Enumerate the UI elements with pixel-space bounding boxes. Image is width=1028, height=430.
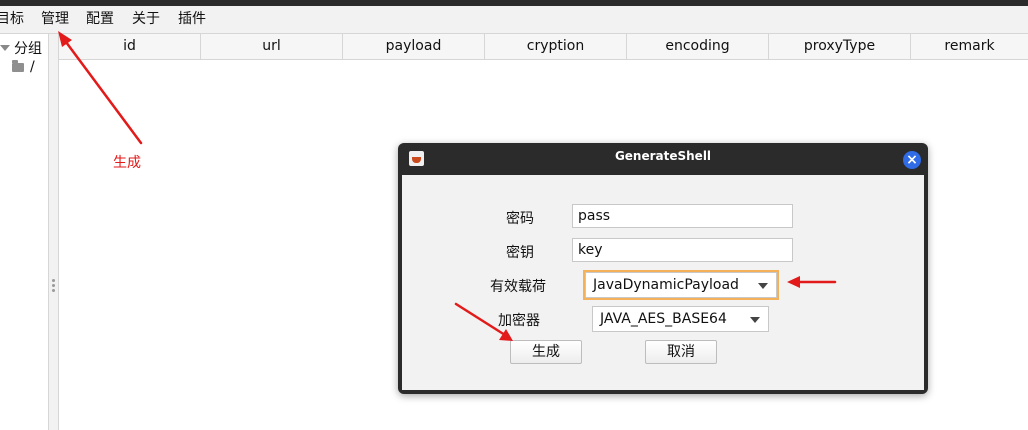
table-header: id url payload cryption encoding proxyTy… — [59, 34, 1028, 60]
grip-dot — [52, 284, 55, 287]
column-proxytype[interactable]: proxyType — [769, 34, 911, 59]
chevron-down-icon — [758, 283, 768, 289]
cryption-select-value: JAVA_AES_BASE64 — [600, 311, 727, 327]
column-url[interactable]: url — [201, 34, 343, 59]
password-label: 密码 — [506, 211, 534, 227]
generate-shell-dialog: GenerateShell × 密码 pass 密钥 key 有效载荷 Java… — [398, 143, 928, 394]
cryption-label: 加密器 — [498, 313, 540, 329]
grip-dot — [52, 289, 55, 292]
password-field[interactable]: pass — [572, 204, 793, 228]
menu-plugins[interactable]: 插件 — [178, 9, 206, 29]
tree-node-group-label: 分组 — [14, 41, 42, 57]
close-icon[interactable]: × — [903, 151, 921, 169]
generate-button[interactable]: 生成 — [510, 340, 582, 364]
tree-node-group[interactable]: 分组 — [0, 38, 42, 58]
folder-icon — [12, 59, 24, 72]
column-id[interactable]: id — [59, 34, 201, 59]
menubar: 目标 管理 配置 关于 插件 — [0, 6, 1028, 34]
menu-manage[interactable]: 管理 — [41, 9, 69, 29]
annotation-generate: 生成 — [113, 155, 141, 171]
menu-about[interactable]: 关于 — [132, 9, 160, 29]
tree-node-root-label: / — [30, 59, 35, 75]
payload-label: 有效载荷 — [490, 279, 546, 295]
dialog-title: GenerateShell — [614, 149, 712, 163]
key-label: 密钥 — [506, 245, 534, 261]
menu-target[interactable]: 目标 — [0, 9, 24, 29]
column-encoding[interactable]: encoding — [627, 34, 769, 59]
dialog-body: 密码 pass 密钥 key 有效载荷 JavaDynamicPayload 加… — [402, 175, 924, 390]
cancel-button[interactable]: 取消 — [645, 340, 717, 364]
sidebar-tree: 分组 / — [0, 34, 49, 430]
tree-node-root[interactable]: / — [12, 59, 35, 75]
column-cryption[interactable]: cryption — [485, 34, 627, 59]
column-remark[interactable]: remark — [911, 34, 1028, 59]
expand-icon[interactable] — [0, 45, 10, 51]
split-pane-divider[interactable] — [49, 34, 59, 430]
grip-dot — [52, 279, 55, 282]
cryption-select[interactable]: JAVA_AES_BASE64 — [592, 306, 769, 332]
chevron-down-icon — [750, 317, 760, 323]
key-field[interactable]: key — [572, 238, 793, 262]
payload-select[interactable]: JavaDynamicPayload — [583, 270, 779, 300]
column-payload[interactable]: payload — [343, 34, 485, 59]
menu-config[interactable]: 配置 — [86, 9, 114, 29]
payload-select-value: JavaDynamicPayload — [593, 277, 739, 293]
